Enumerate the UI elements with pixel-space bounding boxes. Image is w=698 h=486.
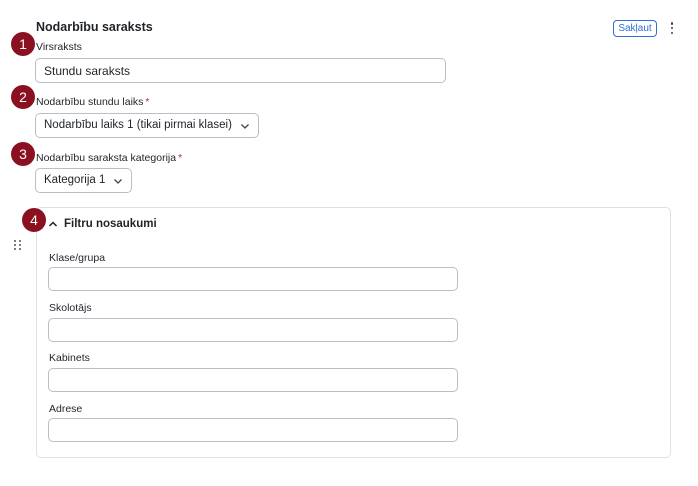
filter-address-input[interactable] xyxy=(48,418,458,442)
section-title: Nodarbību saraksts xyxy=(36,20,153,34)
vertical-ellipsis-icon[interactable] xyxy=(668,20,676,36)
category-label: Nodarbību saraksta kategorija * xyxy=(36,152,183,164)
lesson-time-value: Nodarbību laiks 1 (tikai pirmai klasei) xyxy=(44,119,232,131)
filter-room-input[interactable] xyxy=(48,368,458,392)
filters-toggle[interactable]: Filtru nosaukumi xyxy=(48,218,157,230)
chevron-up-icon xyxy=(48,221,58,227)
category-value: Kategorija 1 xyxy=(44,174,106,186)
required-mark: * xyxy=(178,152,183,164)
heading-input[interactable] xyxy=(35,58,446,83)
filter-class-input[interactable] xyxy=(48,267,458,291)
filter-label-room: Kabinets xyxy=(49,352,90,364)
filter-label-address: Adrese xyxy=(49,403,83,415)
drag-handle-icon[interactable] xyxy=(14,240,22,252)
required-mark: * xyxy=(145,96,150,108)
step-badge-4: 4 xyxy=(22,208,46,232)
step-badge-3: 3 xyxy=(11,142,35,166)
filter-label-class: Klase/grupa xyxy=(49,252,106,264)
step-badge-2: 2 xyxy=(11,85,35,109)
heading-label: Virsraksts xyxy=(36,41,82,53)
chevron-down-icon xyxy=(114,178,123,184)
filters-title: Filtru nosaukumi xyxy=(64,218,157,230)
chevron-down-icon xyxy=(240,123,249,129)
lesson-time-select[interactable]: Nodarbību laiks 1 (tikai pirmai klasei) xyxy=(35,113,259,138)
filter-label-teacher: Skolotājs xyxy=(49,302,92,314)
category-select[interactable]: Kategorija 1 xyxy=(35,168,133,193)
collapse-button[interactable]: Sakļaut xyxy=(613,20,657,37)
step-badge-1: 1 xyxy=(11,32,35,56)
filter-teacher-input[interactable] xyxy=(48,318,458,342)
lesson-time-label: Nodarbību stundu laiks * xyxy=(36,96,150,108)
